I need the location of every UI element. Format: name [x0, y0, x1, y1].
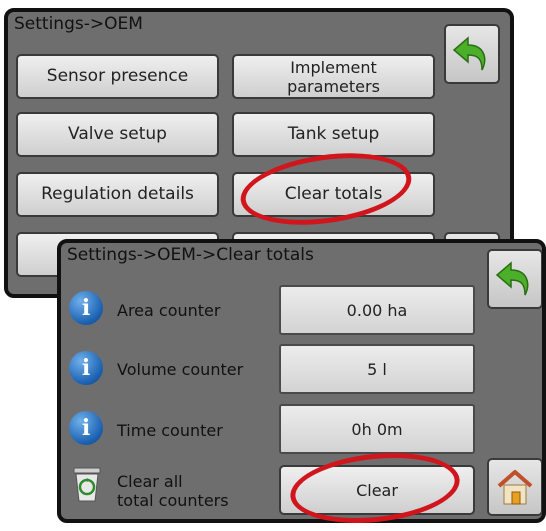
- tank-setup-label: Tank setup: [287, 124, 380, 144]
- sensor-presence-label: Sensor presence: [46, 66, 189, 86]
- clear-button[interactable]: Clear: [279, 465, 475, 515]
- valve-setup-label: Valve setup: [68, 124, 167, 144]
- implement-parameters-button[interactable]: Implement parameters: [232, 54, 435, 99]
- home-icon: [497, 470, 533, 505]
- clear-totals-screen: Settings->OEM->Clear totals i Area count…: [57, 239, 546, 523]
- info-icon[interactable]: i: [69, 351, 103, 385]
- clear-all-label-line1: Clear all: [117, 472, 183, 491]
- back-arrow-icon: [452, 36, 486, 71]
- time-counter-value: 0h 0m: [279, 404, 475, 454]
- clear-button-label: Clear: [356, 480, 398, 500]
- info-icon[interactable]: i: [69, 411, 103, 445]
- clear-all-label: Clear all total counters: [117, 472, 229, 510]
- regulation-details-label: Regulation details: [41, 184, 194, 204]
- screen-title: Settings->OEM: [14, 14, 143, 34]
- area-counter-label: Area counter: [117, 301, 221, 320]
- back-arrow-icon: [495, 261, 529, 296]
- implement-parameters-label-line2: parameters: [287, 76, 380, 96]
- volume-counter-label: Volume counter: [117, 360, 244, 379]
- clear-all-label-line2: total counters: [117, 491, 229, 510]
- sensor-presence-button[interactable]: Sensor presence: [16, 54, 219, 99]
- regulation-details-button[interactable]: Regulation details: [16, 172, 219, 217]
- tank-setup-button[interactable]: Tank setup: [232, 112, 435, 157]
- back-button[interactable]: [444, 24, 500, 84]
- clear-totals-label: Clear totals: [284, 184, 383, 204]
- implement-parameters-label-line1: Implement: [290, 57, 377, 77]
- back-button[interactable]: [487, 249, 542, 309]
- time-counter-label: Time counter: [117, 421, 223, 440]
- screen-title: Settings->OEM->Clear totals: [67, 245, 314, 265]
- area-counter-value: 0.00 ha: [279, 285, 475, 335]
- valve-setup-button[interactable]: Valve setup: [16, 112, 219, 157]
- home-button[interactable]: [487, 458, 542, 516]
- recycle-bin-icon: [73, 467, 101, 502]
- volume-counter-value: 5 l: [279, 344, 475, 394]
- info-icon[interactable]: i: [69, 291, 103, 325]
- clear-totals-button[interactable]: Clear totals: [232, 172, 435, 217]
